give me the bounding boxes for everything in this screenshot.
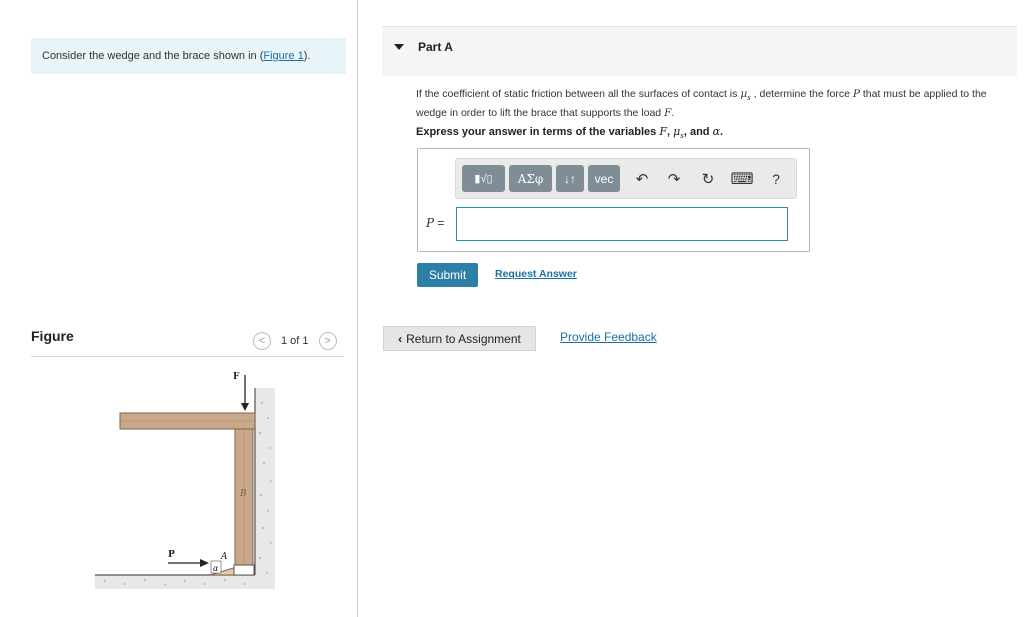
context-suffix: ). [303,50,311,62]
return-to-assignment-button[interactable]: ‹ Return to Assignment [383,326,536,351]
question-mu: μs [740,88,751,103]
label-A: A [220,552,228,562]
answer-variable-label: P = [426,216,445,230]
part-header[interactable] [382,26,1017,76]
instruction-mu: μs [673,125,684,141]
return-label: Return to Assignment [406,331,521,346]
label-P: P [168,550,175,560]
label-B: B [239,489,247,499]
reset-icon[interactable]: ↻ [697,167,719,191]
instruction-alpha: α [712,125,721,138]
figure-pager: < 1 of 1 > [253,331,337,351]
figure-divider [31,356,344,357]
next-figure-button[interactable]: > [318,332,337,350]
submit-button[interactable]: Submit [417,263,478,287]
redo-icon[interactable]: ↷ [663,167,685,191]
answer-input[interactable] [456,207,788,241]
wall [255,388,275,588]
context-box: Consider the wedge and the brace shown i… [31,38,346,74]
keyboard-icon[interactable]: ⌨ [730,167,753,191]
question-text: If the coefficient of static friction be… [416,87,1018,121]
question-P: P [852,88,860,100]
label-alpha: α [213,564,219,573]
wedge-brace-figure: F B P A α [95,372,275,589]
undo-icon[interactable]: ↶ [631,167,653,191]
label-F: F [233,372,240,382]
part-title[interactable]: Part A [418,40,453,54]
request-answer-link[interactable]: Request Answer [495,268,577,280]
help-icon[interactable]: ? [765,167,787,191]
instruction-F: F [659,125,667,138]
instruction-and: , and [683,126,713,138]
prev-figure-button[interactable]: < [253,332,271,350]
figure-title: Figure [31,328,74,344]
question-part-1: If the coefficient of static friction be… [416,88,741,100]
arrows-button[interactable]: ↓↑ [556,165,584,192]
templates-button[interactable]: ▮√▯ [462,165,505,192]
instruction-text: Express your answer in terms of the vari… [416,125,724,141]
question-end: . [671,107,675,120]
figure-link[interactable]: Figure 1 [263,50,303,62]
brace-foot [233,564,255,576]
vec-button[interactable]: vec [588,165,620,192]
pager-text: 1 of 1 [281,335,309,347]
chevron-left-icon: ‹ [398,331,403,346]
question-part-2: , determine the force [750,88,853,100]
provide-feedback-link[interactable]: Provide Feedback [560,330,657,344]
collapse-caret-icon[interactable] [394,44,404,50]
instruction-end: . [720,126,724,138]
greek-button[interactable]: ΑΣφ [509,165,552,192]
context-text: Consider the wedge and the brace shown i… [42,50,264,62]
column-divider [357,0,358,617]
instruction-part-1: Express your answer in terms of the vari… [416,126,660,138]
